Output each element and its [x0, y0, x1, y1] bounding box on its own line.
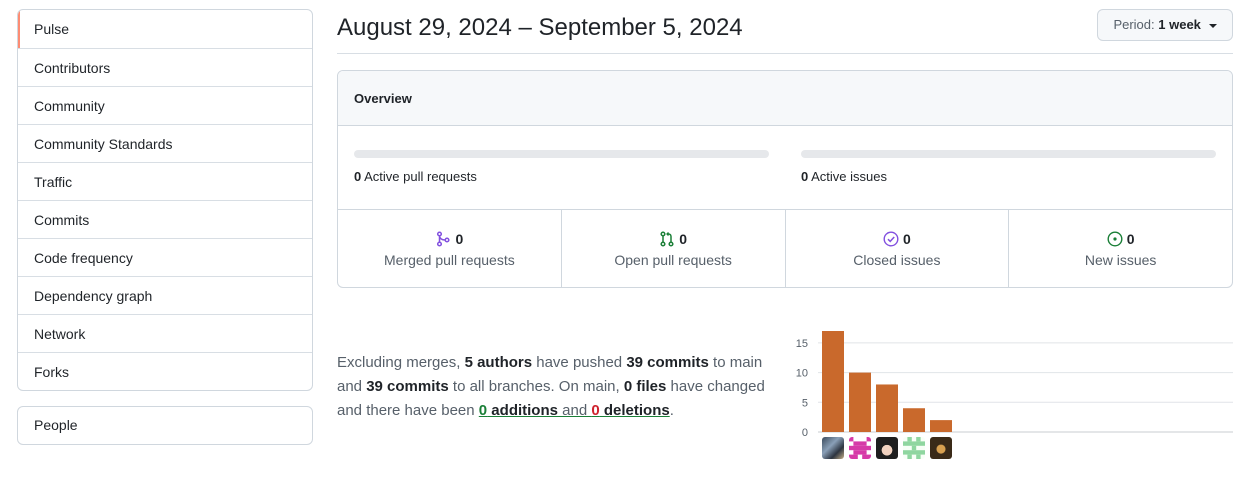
commits-by-author-chart: 0 5 10 15: [790, 326, 1235, 462]
period-prefix: Period:: [1113, 17, 1155, 32]
author-commit-bar[interactable]: [903, 408, 925, 432]
active-issues-label: Active issues: [811, 169, 888, 184]
closed-issues-label: Closed issues: [853, 252, 941, 268]
new-issues-label: New issues: [1084, 252, 1157, 268]
author-avatar[interactable]: [849, 437, 871, 459]
summary-text-7: .: [669, 402, 674, 419]
additions-word: additions: [487, 402, 558, 419]
caret-down-icon: [1208, 23, 1217, 28]
active-pr-count: 0: [354, 169, 362, 184]
authors-count: 5 authors: [464, 354, 533, 371]
diff-and-word: and: [557, 402, 592, 419]
commits-all-count: 39 commits: [366, 378, 449, 395]
active-pr-progress-bar: [354, 150, 769, 158]
sidebar-item-contributors[interactable]: Contributors: [18, 48, 312, 86]
merged-pr-label: Merged pull requests: [384, 252, 515, 268]
new-issues-count: 0: [1126, 231, 1135, 247]
sidebar-item-community[interactable]: Community: [18, 86, 312, 124]
git-merge-icon: [437, 231, 451, 247]
y-tick-label: 0: [802, 427, 808, 436]
commit-summary: Excluding merges, 5 authors have pushed …: [337, 351, 789, 423]
active-issues-count: 0: [801, 169, 809, 184]
active-issues-summary[interactable]: 0 Active issues: [801, 169, 887, 184]
period-dropdown-button[interactable]: Period: 1 week: [1097, 9, 1233, 41]
sidebar-item-dependency-graph[interactable]: Dependency graph: [18, 276, 312, 314]
sidebar-item-traffic[interactable]: Traffic: [18, 162, 312, 200]
issue-opened-icon: [1107, 231, 1123, 247]
y-tick-label: 5: [802, 397, 808, 409]
page-title: August 29, 2024 – September 5, 2024: [337, 14, 743, 41]
overview-header: Overview: [338, 71, 1232, 126]
summary-text-4: to all branches. On main,: [448, 378, 624, 395]
sidebar-item-code-frequency[interactable]: Code frequency: [18, 238, 312, 276]
active-pr-summary[interactable]: 0 Active pull requests: [354, 169, 477, 184]
commits-main-count: 39 commits: [626, 354, 709, 371]
files-changed-count: 0 files: [623, 378, 667, 395]
sidebar-item-community-standards[interactable]: Community Standards: [18, 124, 312, 162]
active-pr-label: Active pull requests: [364, 169, 477, 184]
y-tick-label: 10: [796, 368, 808, 380]
merged-pull-requests-stat[interactable]: 0 Merged pull requests: [338, 210, 561, 287]
author-commit-bar[interactable]: [822, 331, 844, 432]
header-divider: [337, 53, 1233, 54]
new-issues-stat[interactable]: 0 New issues: [1008, 210, 1232, 287]
deletions-word: deletions: [599, 402, 670, 419]
author-avatar[interactable]: [876, 437, 898, 459]
summary-text-2: have pushed: [532, 354, 627, 371]
chart-svg: 0 5 10 15: [796, 331, 1233, 439]
sidebar-item-pulse[interactable]: Pulse: [18, 10, 312, 48]
overview-activity: 0 Active pull requests 0 Active issues: [338, 126, 1232, 210]
insights-sidebar: Pulse Contributors Community Community S…: [17, 9, 313, 391]
overview-stats: 0 Merged pull requests 0 Open pull reque…: [338, 210, 1232, 287]
sidebar-item-people[interactable]: People: [18, 407, 312, 444]
diff-stats-link[interactable]: 0 additions and 0 deletions: [479, 402, 670, 419]
open-pull-requests-stat[interactable]: 0 Open pull requests: [560, 210, 785, 287]
open-pr-count: 0: [679, 231, 688, 247]
people-sidebar: People: [17, 406, 313, 445]
overview-box: Overview 0 Active pull requests 0 Active…: [337, 70, 1233, 288]
author-avatar[interactable]: [930, 437, 952, 459]
active-issues-progress-bar: [801, 150, 1216, 158]
git-pull-request-icon: [660, 231, 674, 247]
sidebar-item-forks[interactable]: Forks: [18, 352, 312, 390]
author-avatar[interactable]: [822, 437, 844, 459]
deletions-count: 0: [591, 402, 600, 419]
author-commit-bar[interactable]: [876, 384, 898, 432]
merged-pr-count: 0: [455, 231, 464, 247]
summary-text-1: Excluding merges,: [337, 354, 465, 371]
y-tick-label: 15: [796, 338, 808, 350]
sidebar-item-commits[interactable]: Commits: [18, 200, 312, 238]
sidebar-item-network[interactable]: Network: [18, 314, 312, 352]
closed-issues-count: 0: [902, 231, 911, 247]
additions-count: 0: [478, 402, 488, 419]
author-commit-bar[interactable]: [849, 372, 871, 432]
closed-issues-stat[interactable]: 0 Closed issues: [784, 210, 1009, 287]
issue-closed-icon: [883, 231, 899, 247]
open-pr-label: Open pull requests: [614, 252, 732, 268]
period-value: 1 week: [1158, 17, 1201, 32]
author-commit-bar[interactable]: [930, 420, 952, 432]
author-avatar[interactable]: [903, 437, 925, 459]
